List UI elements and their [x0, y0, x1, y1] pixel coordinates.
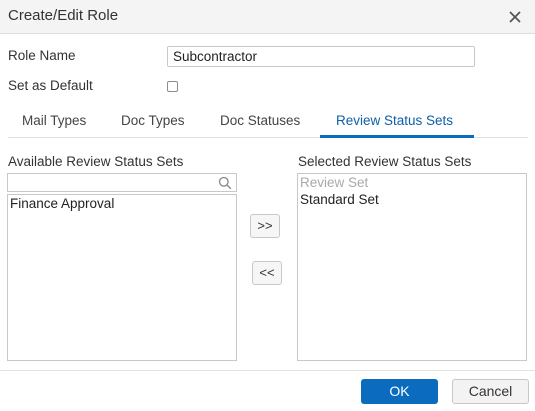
- tab-mail-types[interactable]: Mail Types: [22, 113, 86, 128]
- add-to-selected-button[interactable]: >>: [250, 214, 280, 238]
- ok-button[interactable]: OK: [361, 379, 438, 404]
- dialog-title: Create/Edit Role: [8, 7, 119, 24]
- available-sets-label: Available Review Status Sets: [8, 154, 184, 169]
- list-item[interactable]: Standard Set: [298, 191, 526, 208]
- selected-sets-list[interactable]: Review Set Standard Set: [297, 173, 527, 361]
- role-name-label: Role Name: [8, 48, 76, 63]
- remove-from-selected-button[interactable]: <<: [252, 261, 282, 285]
- set-default-checkbox[interactable]: [167, 81, 178, 92]
- available-search-input[interactable]: [11, 174, 211, 192]
- set-default-label: Set as Default: [8, 78, 93, 93]
- available-search-field[interactable]: [7, 173, 237, 192]
- close-icon[interactable]: [506, 8, 524, 26]
- tab-doc-types[interactable]: Doc Types: [121, 113, 185, 128]
- search-icon: [218, 176, 232, 190]
- tab-review-status-sets[interactable]: Review Status Sets: [336, 113, 453, 128]
- list-item[interactable]: Finance Approval: [8, 195, 236, 212]
- footer-divider: [0, 370, 535, 371]
- tab-doc-statuses[interactable]: Doc Statuses: [220, 113, 300, 128]
- role-name-input[interactable]: [167, 46, 475, 67]
- available-sets-list[interactable]: Finance Approval: [7, 194, 237, 361]
- cancel-button[interactable]: Cancel: [452, 379, 529, 404]
- selected-sets-label: Selected Review Status Sets: [298, 154, 472, 169]
- active-tab-indicator: [320, 135, 474, 138]
- list-placeholder: Review Set: [300, 175, 369, 190]
